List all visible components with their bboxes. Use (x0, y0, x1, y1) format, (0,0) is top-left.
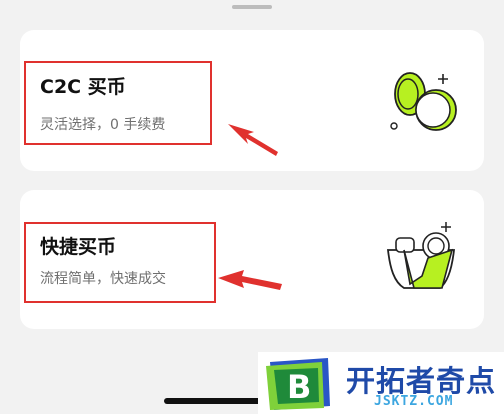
sheet-drag-handle[interactable] (232, 5, 272, 9)
watermark-domain: JSKTZ.COM (374, 394, 454, 409)
annotation-arrow-icon (228, 124, 278, 156)
annotation-box-c2c (24, 61, 212, 145)
quick-buy-bag-icon (386, 222, 456, 289)
watermark-logo-icon: B (266, 358, 330, 410)
svg-text:B: B (287, 368, 311, 406)
annotation-arrow-icon (218, 270, 282, 290)
annotation-box-quick-buy (24, 222, 216, 303)
c2c-coins-icon (390, 72, 457, 131)
watermark: B 开拓者奇点 JSKTZ.COM (258, 352, 504, 414)
